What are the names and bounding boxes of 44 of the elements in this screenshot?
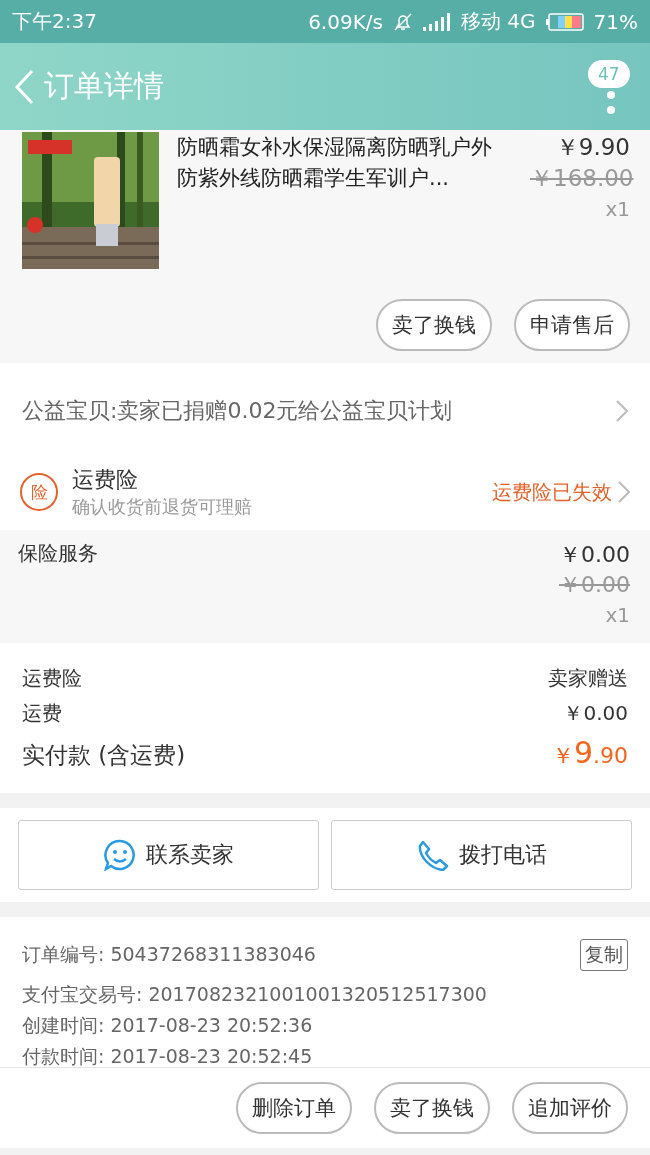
battery-percent: 71% <box>593 9 638 34</box>
order-detail: 支付宝交易号: 2017082321001001320512517300 <box>22 982 488 1007</box>
insurance-status[interactable]: 运费险已失效 <box>492 478 612 506</box>
action-button[interactable]: 追加评价 <box>512 1082 628 1134</box>
total-amount: ￥9.90 <box>551 735 628 771</box>
product-title[interactable]: 防晒霜女补水保湿隔离防晒乳户外防紫外线防晒霜学生军训户... <box>177 132 512 269</box>
service-price: ￥0.00 <box>559 541 630 569</box>
summary-value: 卖家赠送 <box>548 665 628 692</box>
original-price: ￥168.00 <box>530 164 630 193</box>
summary-label: 运费险 <box>22 665 82 692</box>
summary-label: 运费 <box>22 700 62 727</box>
action-button[interactable]: 卖了换钱 <box>376 299 492 351</box>
chevron-icon <box>616 399 628 422</box>
contact-button[interactable]: 拨打电话 <box>331 820 632 890</box>
carrier-label: 移动 4G <box>460 8 536 35</box>
chat-icon <box>103 839 136 871</box>
order-detail: 创建时间: 2017-08-23 20:52:36 <box>22 1013 314 1038</box>
order-detail: 付款时间: 2017-08-23 20:52:45 <box>22 1044 314 1069</box>
service-name: 保险服务 <box>18 540 99 567</box>
action-button[interactable]: 卖了换钱 <box>374 1082 490 1134</box>
network-speed: 6.09K/s <box>308 9 383 34</box>
chevron-icon <box>618 481 630 503</box>
battery-icon <box>545 12 584 31</box>
order-number: 订单编号: 50437268311383046 <box>22 942 316 967</box>
summary-value: ￥0.00 <box>563 700 628 727</box>
status-time: 下午2:37 <box>12 8 97 35</box>
service-quantity: x1 <box>604 602 630 629</box>
phone-icon <box>416 839 449 871</box>
signal-icon <box>422 12 451 31</box>
product-price: ￥9.90 <box>554 133 630 162</box>
total-label: 实付款 (含运费) <box>22 741 186 770</box>
insurance-title: 运费险 <box>72 466 139 494</box>
insurance-icon: 险 <box>20 473 58 511</box>
insurance-subtitle: 确认收货前退货可理赔 <box>72 495 252 519</box>
action-button[interactable]: 申请售后 <box>514 299 630 351</box>
back-icon[interactable] <box>14 68 34 105</box>
copy-button[interactable]: 复制 <box>580 939 628 971</box>
message-count-badge: 47 <box>588 59 630 88</box>
page-title: 订单详情 <box>44 67 165 105</box>
contact-button[interactable]: 联系卖家 <box>18 820 319 890</box>
action-button[interactable]: 删除订单 <box>236 1082 352 1134</box>
muted-bell-icon <box>392 11 413 32</box>
product-quantity: x1 <box>604 196 630 223</box>
service-original-price: ￥0.00 <box>559 571 630 599</box>
